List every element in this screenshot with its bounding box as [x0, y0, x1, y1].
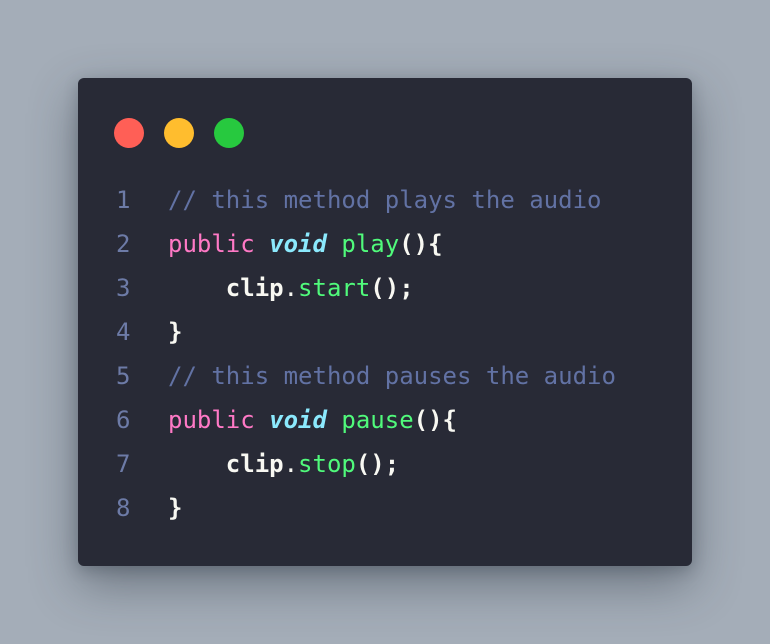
- code-token-punct: (){: [399, 230, 443, 258]
- line-number: 1: [116, 186, 131, 214]
- code-token-type: void: [269, 406, 327, 434]
- code-line: 2 public void play(){: [78, 222, 692, 266]
- code-token-punct: (){: [413, 406, 458, 434]
- code-line: 1 // this method plays the audio: [78, 178, 692, 222]
- code-token-punct: }: [168, 318, 183, 346]
- code-line: 3 clip.start();: [78, 266, 692, 310]
- code-token-comment: // this method plays the audio: [168, 186, 602, 214]
- code-token-comment: // this method pauses the audio: [168, 362, 616, 390]
- line-number: 8: [116, 494, 131, 522]
- code-line: 8}: [78, 486, 692, 530]
- window-controls: [114, 118, 244, 148]
- code-line: 5 // this method pauses the audio: [78, 354, 692, 398]
- code-token-func: stop: [298, 450, 356, 478]
- code-token-func: start: [298, 274, 371, 302]
- code-token-dot: .: [283, 274, 299, 302]
- code-text: // this method pauses the audio: [168, 354, 616, 398]
- code-token-type: void: [269, 230, 327, 258]
- line-number: 4: [116, 318, 131, 346]
- code-token-plain: clip: [168, 450, 284, 478]
- code-window: 1 // this method plays the audio 2 public v…: [78, 78, 692, 566]
- code-token-punct: ();: [355, 450, 400, 478]
- code-token-punct: }: [168, 494, 183, 522]
- minimize-button[interactable]: [164, 118, 194, 148]
- code-text: public void play(){: [168, 222, 443, 266]
- code-line: 7 clip.stop();: [78, 442, 692, 486]
- line-number: 2: [116, 230, 131, 258]
- code-text: }: [168, 486, 182, 530]
- line-number: 6: [116, 406, 131, 434]
- code-token-punct: ();: [370, 274, 414, 302]
- code-text: // this method plays the audio: [168, 178, 601, 222]
- code-block: 1 // this method plays the audio 2 public v…: [78, 178, 692, 530]
- code-token-keyword: public: [168, 406, 255, 434]
- code-token-dot: .: [283, 450, 299, 478]
- code-token-func: pause: [341, 406, 414, 434]
- code-token-plain: clip: [168, 274, 284, 302]
- line-number: 5: [116, 362, 131, 390]
- code-line: 4}: [78, 310, 692, 354]
- maximize-button[interactable]: [214, 118, 244, 148]
- close-button[interactable]: [114, 118, 144, 148]
- code-text: public void pause(){: [168, 398, 457, 442]
- code-token-keyword: public: [168, 230, 255, 258]
- code-text: clip.start();: [168, 266, 414, 310]
- code-line: 6 public void pause(){: [78, 398, 692, 442]
- code-text: clip.stop();: [168, 442, 399, 486]
- line-number: 3: [116, 274, 131, 302]
- line-number: 7: [116, 450, 131, 478]
- code-token-func: play: [341, 230, 400, 258]
- code-text: }: [168, 310, 182, 354]
